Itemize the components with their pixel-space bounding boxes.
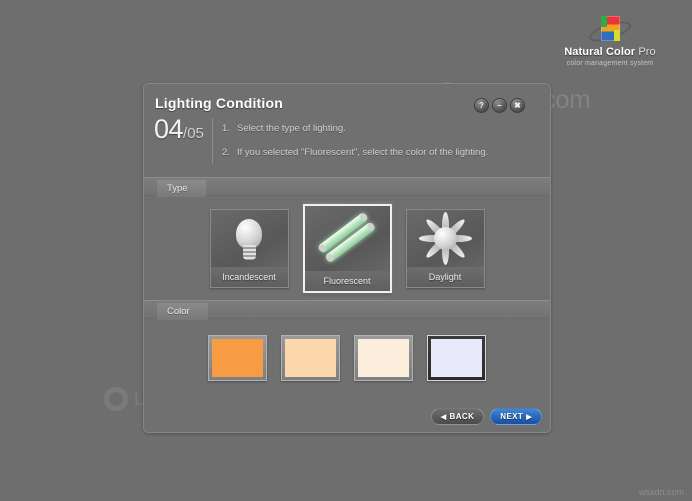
brand-title: Natural Color Pro: [558, 46, 662, 58]
type-option-fluorescent[interactable]: Fluorescent: [302, 203, 392, 293]
brand-title-bold: Natural Color: [564, 46, 636, 58]
color-swatch-cream[interactable]: [354, 335, 413, 381]
instruction-number: 1.: [222, 123, 230, 134]
color-swatch-peach[interactable]: [281, 335, 340, 381]
color-swatch-list: [144, 319, 550, 397]
type-section: Type Incandescent Fluorescent Daylight: [144, 178, 550, 301]
color-swatch-fill: [431, 339, 482, 377]
back-button[interactable]: ◀ BACK: [430, 408, 485, 425]
natural-color-pro-logo-icon: [586, 14, 634, 46]
fluorescent-tube-icon: [305, 206, 390, 271]
step-current: 04: [154, 114, 184, 144]
next-button[interactable]: NEXT ▶: [490, 408, 542, 425]
lighting-type-options: Incandescent Fluorescent Daylight: [144, 196, 550, 300]
light-bulb-icon: [211, 210, 288, 267]
footer-credit: wsxdn.com: [638, 487, 684, 497]
type-section-tabrow: Type: [144, 178, 550, 197]
page-title: Lighting Condition: [155, 95, 284, 111]
arrow-right-icon: ▶: [526, 413, 532, 421]
instruction-list: 1. Select the type of lighting. 2. If yo…: [222, 122, 542, 170]
minimize-button[interactable]: –: [492, 98, 507, 113]
color-section: Color: [144, 301, 550, 397]
arrow-left-icon: ◀: [440, 413, 447, 421]
window-controls: ? – ✖: [474, 98, 525, 113]
color-swatch-warm-orange[interactable]: [208, 335, 267, 381]
color-swatch-fill: [358, 339, 409, 377]
brand-subtitle: color management system: [566, 60, 654, 67]
header-divider: [212, 118, 213, 164]
close-button[interactable]: ✖: [510, 98, 525, 113]
brand-logo: Natural Color Pro color management syste…: [558, 14, 662, 69]
brand-title-light: Pro: [638, 46, 656, 58]
type-option-label: Fluorescent: [304, 270, 390, 291]
step-indicator: 04/05: [154, 114, 204, 145]
type-option-daylight[interactable]: Daylight: [405, 208, 485, 288]
type-section-label: Type: [157, 180, 206, 197]
sun-icon: [407, 210, 484, 267]
help-button[interactable]: ?: [474, 98, 489, 113]
color-swatch-cool-white[interactable]: [427, 335, 486, 381]
instruction-item: 1. Select the type of lighting.: [222, 122, 542, 135]
wizard-panel: ? – ✖ Lighting Condition 04/05 1. Select…: [143, 83, 551, 433]
instruction-text: Select the type of lighting.: [237, 123, 346, 134]
next-button-label: NEXT: [500, 412, 524, 421]
watermark-logo-icon: [104, 387, 128, 411]
color-section-tabrow: Color: [144, 301, 550, 320]
color-section-label: Color: [157, 303, 208, 320]
type-option-incandescent[interactable]: Incandescent: [209, 208, 289, 288]
instruction-text: If you selected "Fluorescent", select th…: [237, 147, 489, 158]
step-total: /05: [183, 125, 204, 142]
wizard-navigation: ◀ BACK NEXT ▶: [430, 408, 542, 425]
type-option-label: Incandescent: [210, 266, 288, 287]
back-button-label: BACK: [449, 412, 475, 421]
color-swatch-fill: [212, 339, 263, 377]
color-swatch-fill: [285, 339, 336, 377]
instruction-item: 2. If you selected "Fluorescent", select…: [222, 146, 542, 159]
type-option-label: Daylight: [406, 266, 484, 287]
instruction-number: 2.: [222, 147, 230, 158]
